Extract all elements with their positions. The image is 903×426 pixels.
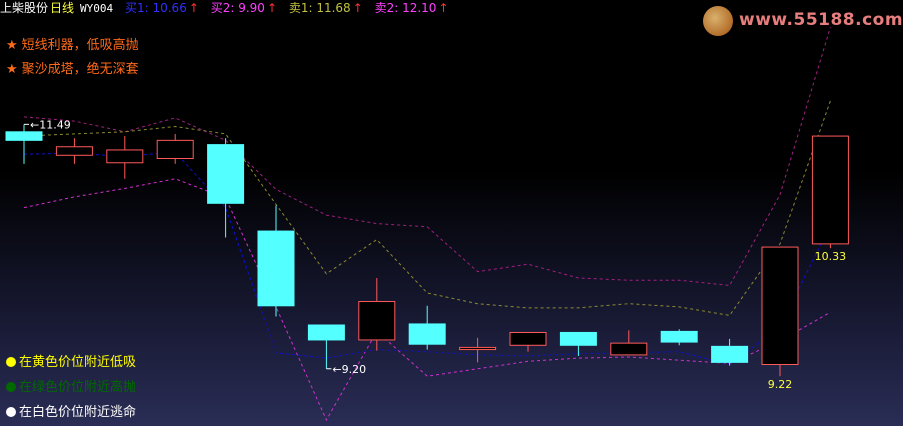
slogan-text: 聚沙成塔，绝无深套: [21, 62, 139, 77]
up-arrow-icon: ↑: [438, 1, 449, 15]
candle-body-up: [358, 301, 396, 341]
star-icon: ★: [6, 62, 18, 77]
lower-band-line: [23, 178, 831, 422]
candle-body-down: [660, 330, 698, 343]
slogan-line: ★ 聚沙成塔，绝无深套: [6, 58, 139, 82]
slogan-notes: ★ 短线利器，低吸高抛 ★ 聚沙成塔，绝无深套: [6, 34, 139, 82]
yellow-dot-icon: [6, 357, 16, 367]
legend-text: 在黄色价位附近低吸: [19, 355, 137, 370]
legend-text: 在绿色价位附近高抛: [19, 380, 137, 395]
candle-body-up: [106, 149, 144, 164]
candle-body-down: [408, 323, 446, 345]
price-annotation: ←11.49: [30, 118, 71, 131]
buy1-price: 买1: 10.66: [124, 1, 187, 15]
slogan-line: ★ 短线利器，低吸高抛: [6, 34, 139, 58]
up-arrow-icon: ↑: [188, 1, 199, 15]
blue-average-line: [23, 151, 831, 366]
candle-body-down: [559, 331, 597, 346]
legend-item-escape: 在白色价位附近逃命: [6, 400, 136, 425]
logo-icon: [703, 6, 733, 36]
buy2-price: 买2: 9.90: [210, 1, 265, 15]
price-annotation: 10.33: [815, 250, 847, 263]
sell1-price: 卖1: 11.68: [288, 1, 351, 15]
price-annotation: 9.22: [768, 378, 793, 391]
upper-band-line: [23, 27, 831, 287]
candle-body-down: [711, 345, 749, 363]
up-arrow-icon: ↑: [266, 1, 278, 15]
green-dot-icon: [6, 382, 16, 392]
legend-item-buy: 在黄色价位附近低吸: [6, 350, 136, 375]
sell2-price: 卖2: 12.10: [374, 1, 437, 15]
white-dot-icon: [6, 407, 16, 417]
candle-body-down: [257, 230, 295, 307]
slogan-text: 短线利器，低吸高抛: [21, 38, 139, 53]
up-arrow-icon: ↑: [352, 1, 363, 15]
legend-text: 在白色价位附近逃命: [19, 405, 137, 420]
indicator-name[interactable]: WY004: [80, 2, 113, 15]
period-label[interactable]: 日线: [50, 1, 74, 15]
logo-url: www.55188.com: [739, 10, 903, 30]
candle-body-up: [811, 135, 849, 245]
stock-name: 上柴股份: [0, 1, 49, 15]
site-watermark-logo: www.55188.com: [703, 4, 903, 38]
candle-body-up: [156, 139, 194, 159]
price-annotation: ←9.20: [332, 363, 366, 376]
mid-band-line: [23, 100, 831, 316]
candle-body-down: [307, 324, 345, 341]
candle-body-up: [459, 346, 497, 351]
candle-body-up: [55, 146, 93, 156]
price-legend: 在黄色价位附近低吸 在绿色价位附近高抛 在白色价位附近逃命: [6, 350, 136, 425]
candle-body-down: [207, 144, 245, 204]
candle-body-up: [610, 342, 648, 356]
candle-body-up: [509, 331, 547, 346]
candle-body-up: [761, 246, 799, 365]
star-icon: ★: [6, 38, 18, 53]
candle-body-down: [5, 131, 43, 141]
legend-item-sell: 在绿色价位附近高抛: [6, 375, 136, 400]
